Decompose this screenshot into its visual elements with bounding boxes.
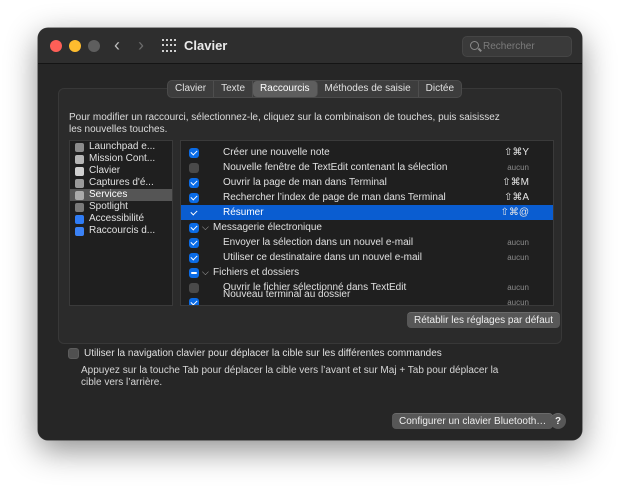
shortcut-row[interactable]: Nouvelle fenêtre de TextEdit contenant l… <box>181 160 553 175</box>
keyboard-icon <box>75 167 84 176</box>
shortcut-checkbox[interactable] <box>189 298 199 305</box>
sidebar-item[interactable]: Clavier <box>70 165 172 177</box>
restore-defaults-button[interactable]: Rétablir les réglages par défaut <box>407 312 560 328</box>
shortcut-checkbox[interactable] <box>189 268 199 278</box>
shortcut-row[interactable]: Ouvrir la page de man dans Terminal ⇧⌘M <box>181 175 553 190</box>
chevron-down-icon[interactable]: ⌵ <box>202 265 209 280</box>
tab-methodes-de-saisie[interactable]: Méthodes de saisie <box>318 81 419 97</box>
shortcut-key[interactable]: aucun <box>507 250 529 265</box>
instructions-text: Pour modifier un raccourci, sélectionnez… <box>69 112 500 135</box>
sidebar-item-label: Raccourcis d... <box>89 225 156 236</box>
shortcut-label: Créer une nouvelle note <box>223 147 330 158</box>
launchpad-icon <box>75 143 84 152</box>
shortcut-row[interactable]: Utiliser ce destinataire dans un nouvel … <box>181 250 553 265</box>
shortcut-label: Rechercher l’index de page de man dans T… <box>223 192 446 203</box>
mission-control-icon <box>75 155 84 164</box>
shortcut-checkbox[interactable] <box>189 283 199 293</box>
shortcut-checkbox[interactable] <box>189 148 199 158</box>
sidebar-item[interactable]: Mission Cont... <box>70 153 172 165</box>
shortcut-label: Envoyer la sélection dans un nouvel e-ma… <box>223 237 414 248</box>
shortcut-label: Messagerie électronique <box>213 222 322 233</box>
tab-dictee[interactable]: Dictée <box>419 81 461 97</box>
sidebar-item-label: Spotlight <box>89 201 128 212</box>
sidebar-item-label: Clavier <box>89 165 121 176</box>
shortcut-key[interactable]: aucun <box>507 160 529 175</box>
tab-texte[interactable]: Texte <box>214 81 254 97</box>
sidebar-item-label: Captures d'é... <box>89 177 154 188</box>
shortcut-label: Fichiers et dossiers <box>213 267 300 278</box>
shortcut-checkbox[interactable] <box>189 223 199 233</box>
tab-raccourcis[interactable]: Raccourcis <box>253 81 318 97</box>
sidebar-item[interactable]: Accessibilité <box>70 213 172 225</box>
shortcut-row[interactable]: Résumer ⇧⌘@ <box>181 205 553 220</box>
sidebar-item[interactable]: Captures d'é... <box>70 177 172 189</box>
shortcut-key[interactable]: aucun <box>507 235 529 250</box>
zoom-button[interactable] <box>88 40 100 52</box>
shortcut-row[interactable]: Envoyer la sélection dans un nouvel e-ma… <box>181 235 553 250</box>
sidebar-item[interactable]: Raccourcis d... <box>70 225 172 237</box>
shortcut-label: Ouvrir la page de man dans Terminal <box>223 177 387 188</box>
shortcuts-panel: Pour modifier un raccourci, sélectionnez… <box>58 88 562 344</box>
shortcut-label: Résumer <box>223 207 264 218</box>
help-button[interactable]: ? <box>550 413 566 429</box>
search-icon <box>470 41 479 50</box>
minimize-button[interactable] <box>69 40 81 52</box>
shortcut-checkbox[interactable] <box>189 163 199 173</box>
shortcut-category-list[interactable]: Launchpad e... Mission Cont... Clavier Capt… <box>69 140 173 306</box>
forward-button[interactable]: › <box>130 34 152 56</box>
shortcut-label: Utiliser ce destinataire dans un nouvel … <box>223 252 422 263</box>
shortcut-key[interactable]: ⇧⌘Y <box>504 145 529 160</box>
title-bar: ‹ › Clavier <box>38 28 582 64</box>
shortcut-list[interactable]: Créer une nouvelle note ⇧⌘Y Nouvelle fenêt… <box>180 140 554 306</box>
keyboard-navigation-help: Appuyez sur la touche Tab pour déplacer … <box>81 365 499 388</box>
keyboard-navigation-label: Utiliser la navigation clavier pour dépl… <box>84 348 442 359</box>
sidebar-item-label: Mission Cont... <box>89 153 156 164</box>
search-field[interactable] <box>462 36 572 57</box>
sidebar-item-label: Accessibilité <box>89 213 145 224</box>
screenshot-icon <box>75 179 84 188</box>
tab-clavier[interactable]: Clavier <box>168 81 215 97</box>
close-button[interactable] <box>50 40 62 52</box>
shortcut-group-row[interactable]: ⌵ Messagerie électronique <box>181 220 553 235</box>
shortcut-key[interactable]: aucun <box>507 295 529 305</box>
shortcut-label: Nouveau terminal au dossier <box>223 289 351 300</box>
back-button[interactable]: ‹ <box>106 34 128 56</box>
keyboard-navigation-checkbox[interactable] <box>68 348 79 359</box>
sidebar-item-label: Services <box>89 189 128 200</box>
shortcut-row[interactable]: Rechercher l’index de page de man dans T… <box>181 190 553 205</box>
shortcut-key[interactable]: ⇧⌘@ <box>500 205 529 220</box>
window-title: Clavier <box>184 38 228 53</box>
gear-icon <box>75 191 84 200</box>
app-shortcuts-icon <box>75 227 84 236</box>
shortcut-checkbox[interactable] <box>189 178 199 188</box>
spotlight-icon <box>75 203 84 212</box>
sidebar-item[interactable]: Spotlight <box>70 201 172 213</box>
shortcut-key[interactable]: ⇧⌘A <box>504 190 529 205</box>
shortcut-key[interactable]: aucun <box>507 280 529 295</box>
sidebar-item[interactable]: Services <box>70 189 172 201</box>
sidebar-item[interactable]: Launchpad e... <box>70 141 172 153</box>
setup-bluetooth-keyboard-button[interactable]: Configurer un clavier Bluetooth… <box>392 413 554 429</box>
shortcut-key[interactable]: ⇧⌘M <box>502 175 529 190</box>
keyboard-preferences-window: ‹ › Clavier Clavier Texte Raccourcis Mét… <box>38 28 582 440</box>
shortcut-checkbox[interactable] <box>189 238 199 248</box>
shortcut-label: Nouvelle fenêtre de TextEdit contenant l… <box>223 162 448 173</box>
tab-bar: Clavier Texte Raccourcis Méthodes de sai… <box>167 80 463 98</box>
show-all-grid-icon[interactable] <box>162 39 176 53</box>
sidebar-item-label: Launchpad e... <box>89 141 156 152</box>
chevron-down-icon[interactable]: ⌵ <box>202 220 209 235</box>
shortcut-row[interactable]: Nouveau terminal au dossier aucun <box>181 289 553 305</box>
accessibility-icon <box>75 215 84 224</box>
shortcut-row[interactable]: Créer une nouvelle note ⇧⌘Y <box>181 145 553 160</box>
search-input[interactable] <box>483 39 569 54</box>
shortcut-checkbox[interactable] <box>189 208 199 218</box>
shortcut-checkbox[interactable] <box>189 253 199 263</box>
shortcut-checkbox[interactable] <box>189 193 199 203</box>
shortcut-group-row[interactable]: ⌵ Fichiers et dossiers <box>181 265 553 280</box>
